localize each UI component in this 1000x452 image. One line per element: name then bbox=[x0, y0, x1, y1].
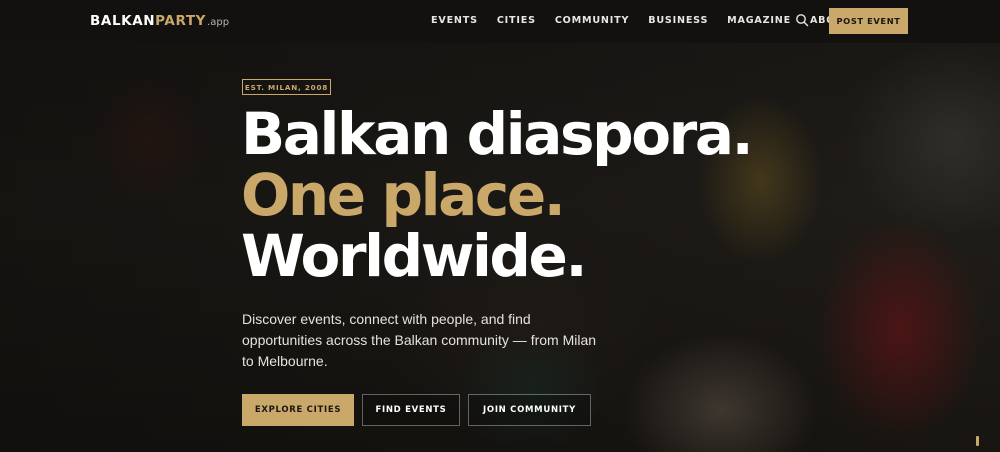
nav-item-magazine[interactable]: MAGAZINE bbox=[727, 15, 791, 26]
top-navigation-bar: BALKAN PARTY .app EVENTS CITIES COMMUNIT… bbox=[0, 0, 1000, 43]
search-icon[interactable] bbox=[795, 13, 809, 27]
find-events-button[interactable]: FIND EVENTS bbox=[362, 394, 460, 426]
join-community-button[interactable]: JOIN COMMUNITY bbox=[468, 394, 591, 426]
hero-description: Discover events, connect with people, an… bbox=[242, 311, 597, 369]
headline-line-2: One place. bbox=[241, 161, 566, 229]
headline-line-3: Worldwide. bbox=[241, 222, 588, 290]
nav-item-business[interactable]: BUSINESS bbox=[648, 15, 708, 26]
headline-line-1: Balkan diaspora. bbox=[241, 100, 754, 168]
nav-item-community[interactable]: COMMUNITY bbox=[555, 15, 629, 26]
logo-text-suffix: .app bbox=[207, 17, 230, 28]
logo-text-party: PARTY bbox=[155, 13, 207, 29]
explore-cities-button[interactable]: EXPLORE CITIES bbox=[242, 394, 354, 426]
site-logo[interactable]: BALKAN PARTY .app bbox=[90, 13, 229, 29]
nav-item-cities[interactable]: CITIES bbox=[497, 15, 536, 26]
nav-item-events[interactable]: EVENTS bbox=[431, 15, 478, 26]
hero-headline: Balkan diaspora. One place. Worldwide. bbox=[241, 100, 754, 290]
scroll-indicator bbox=[976, 436, 979, 446]
established-badge: EST. MILAN, 2008 bbox=[242, 79, 331, 95]
main-nav: EVENTS CITIES COMMUNITY BUSINESS MAGAZIN… bbox=[431, 15, 851, 26]
logo-text-balkan: BALKAN bbox=[90, 13, 156, 29]
post-event-button[interactable]: POST EVENT bbox=[829, 8, 908, 34]
